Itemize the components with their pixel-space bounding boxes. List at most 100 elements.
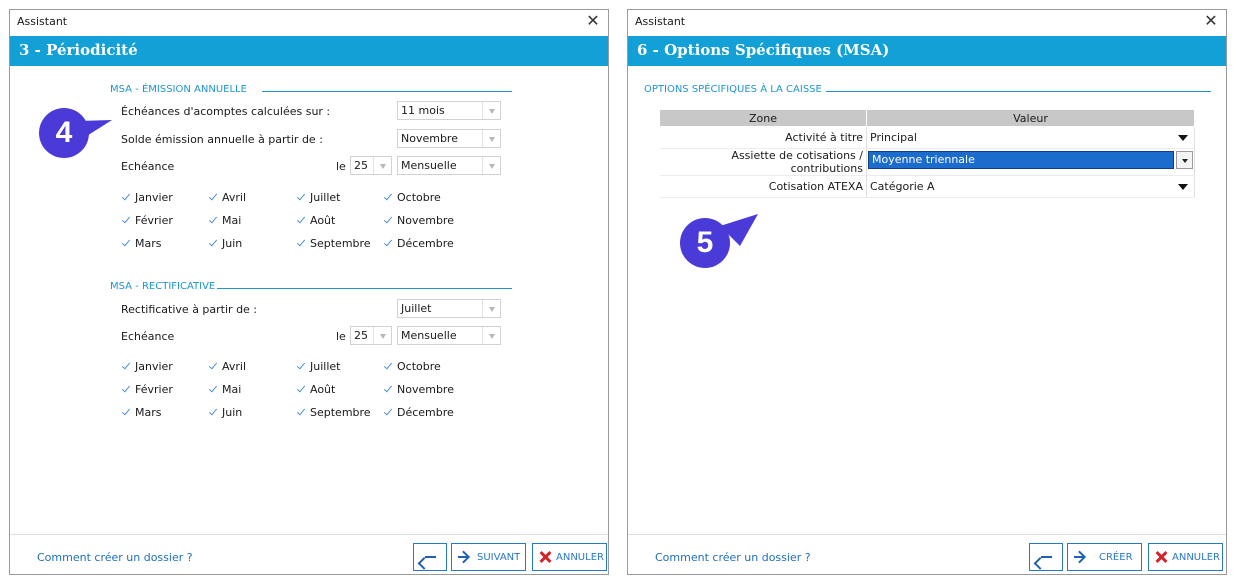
month-label: Septembre: [310, 406, 371, 419]
month-label: Février: [135, 383, 173, 396]
chevron-down-icon: [482, 300, 500, 317]
acomptes-select[interactable]: 11 mois: [397, 101, 501, 120]
value-cell[interactable]: Catégorie A: [866, 175, 1195, 198]
chevron-down-icon: [482, 157, 500, 174]
echeance-label: Echéance: [121, 330, 175, 343]
close-icon[interactable]: ✕: [584, 11, 602, 31]
cancel-button[interactable]: ANNULER: [532, 543, 607, 571]
assistant-window-periodicite: Assistant ✕ 3 - Périodicité MSA - ÉMISSI…: [9, 9, 609, 575]
month-label: Août: [310, 214, 336, 227]
next-label: SUIVANT: [477, 552, 521, 563]
dropdown-arrow-icon[interactable]: [1178, 135, 1188, 141]
create-button[interactable]: CRÉER: [1067, 543, 1142, 571]
check-icon: [121, 238, 132, 249]
value-text: Principal: [870, 131, 917, 144]
previous-button[interactable]: [413, 543, 447, 571]
cancel-label: ANNULER: [556, 552, 604, 563]
arrow-left-icon: [1039, 551, 1053, 563]
rectificative-value: Juillet: [401, 302, 432, 315]
le-label: le: [336, 330, 346, 343]
chevron-down-icon: [373, 327, 391, 344]
chevron-down-icon: [482, 327, 500, 344]
day-value: 25: [354, 159, 368, 172]
section-emission-annuelle: MSA - ÉMISSION ANNUELLE: [110, 84, 247, 95]
cancel-x-icon: [538, 550, 552, 564]
echeance-label: Echéance: [121, 160, 175, 173]
check-icon: [121, 407, 132, 418]
rectificative-select[interactable]: Juillet: [397, 299, 501, 318]
month-label: Mai: [222, 214, 242, 227]
close-icon[interactable]: ✕: [1202, 11, 1220, 31]
month-label: Mars: [135, 237, 162, 250]
rectificative-label: Rectificative à partir de :: [121, 303, 258, 316]
table-row: Activité à titre Principal: [659, 126, 1195, 149]
check-icon: [296, 407, 307, 418]
callout-tail-icon: [78, 120, 112, 139]
month-label: Juin: [222, 406, 243, 419]
step-title: 6 - Options Spécifiques (MSA): [637, 41, 890, 59]
step-banner: 3 - Périodicité: [10, 36, 608, 66]
value-cell-editing[interactable]: Moyenne triennale: [866, 148, 1195, 176]
zone-cell: Activité à titre: [659, 126, 867, 149]
arrow-right-icon: [1073, 551, 1087, 563]
month-label: Octobre: [397, 360, 441, 373]
period-select[interactable]: Mensuelle: [397, 326, 501, 345]
table-row: Cotisation ATEXA Catégorie A: [659, 175, 1195, 198]
callout-tail-icon: [720, 214, 758, 246]
check-icon: [121, 384, 132, 395]
step-banner: 6 - Options Spécifiques (MSA): [628, 36, 1226, 66]
chevron-down-icon: [373, 157, 391, 174]
cancel-x-icon: [1154, 550, 1168, 564]
cancel-label: ANNULER: [1172, 552, 1220, 563]
dropdown-button-icon[interactable]: [1176, 151, 1193, 169]
month-label: Juin: [222, 237, 243, 250]
solde-select[interactable]: Novembre: [397, 129, 501, 148]
solde-label: Solde émission annuelle à partir de :: [121, 133, 323, 146]
month-label: Septembre: [310, 237, 371, 250]
month-label: Août: [310, 383, 336, 396]
check-icon: [296, 384, 307, 395]
zone-cell: Cotisation ATEXA: [659, 175, 867, 198]
check-icon: [208, 361, 219, 372]
zone-cell: Assiette de cotisations / contributions: [659, 148, 867, 176]
selected-value[interactable]: Moyenne triennale: [868, 151, 1174, 169]
chevron-down-icon: [482, 130, 500, 147]
check-icon: [208, 192, 219, 203]
value-text: Catégorie A: [870, 180, 935, 193]
window-title: Assistant: [635, 15, 686, 28]
day-value: 25: [354, 329, 368, 342]
period-select[interactable]: Mensuelle: [397, 156, 501, 175]
dropdown-arrow-icon[interactable]: [1178, 184, 1188, 190]
cancel-button[interactable]: ANNULER: [1148, 543, 1223, 571]
day-select[interactable]: 25: [350, 156, 392, 175]
header-zone: Zone: [659, 109, 867, 127]
arrow-left-icon: [423, 551, 437, 563]
section-title: MSA - ÉMISSION ANNUELLE: [110, 84, 247, 95]
next-button[interactable]: SUIVANT: [451, 543, 526, 571]
acomptes-value: 11 mois: [401, 104, 445, 117]
help-link[interactable]: Comment créer un dossier ?: [37, 551, 193, 564]
solde-value: Novembre: [401, 132, 458, 145]
month-label: Juillet: [310, 360, 341, 373]
create-label: CRÉER: [1099, 552, 1133, 563]
check-icon: [208, 407, 219, 418]
le-label: le: [336, 160, 346, 173]
day-select[interactable]: 25: [350, 326, 392, 345]
help-link[interactable]: Comment créer un dossier ?: [655, 551, 811, 564]
previous-button[interactable]: [1029, 543, 1063, 571]
check-icon: [383, 215, 394, 226]
month-label: Février: [135, 214, 173, 227]
period-value: Mensuelle: [401, 329, 457, 342]
table-row: Assiette de cotisations / contributions …: [659, 148, 1195, 176]
footer-divider: [628, 534, 1226, 535]
chevron-down-icon: [482, 102, 500, 119]
month-label: Juillet: [310, 191, 341, 204]
month-label: Octobre: [397, 191, 441, 204]
month-label: Avril: [222, 191, 247, 204]
options-table: Zone Valeur Activité à titre Principal A…: [659, 109, 1195, 198]
check-icon: [296, 238, 307, 249]
check-icon: [296, 215, 307, 226]
value-cell[interactable]: Principal: [866, 126, 1195, 149]
arrow-right-icon: [457, 551, 471, 563]
acomptes-label: Échéances d'acomptes calculées sur :: [121, 105, 331, 118]
